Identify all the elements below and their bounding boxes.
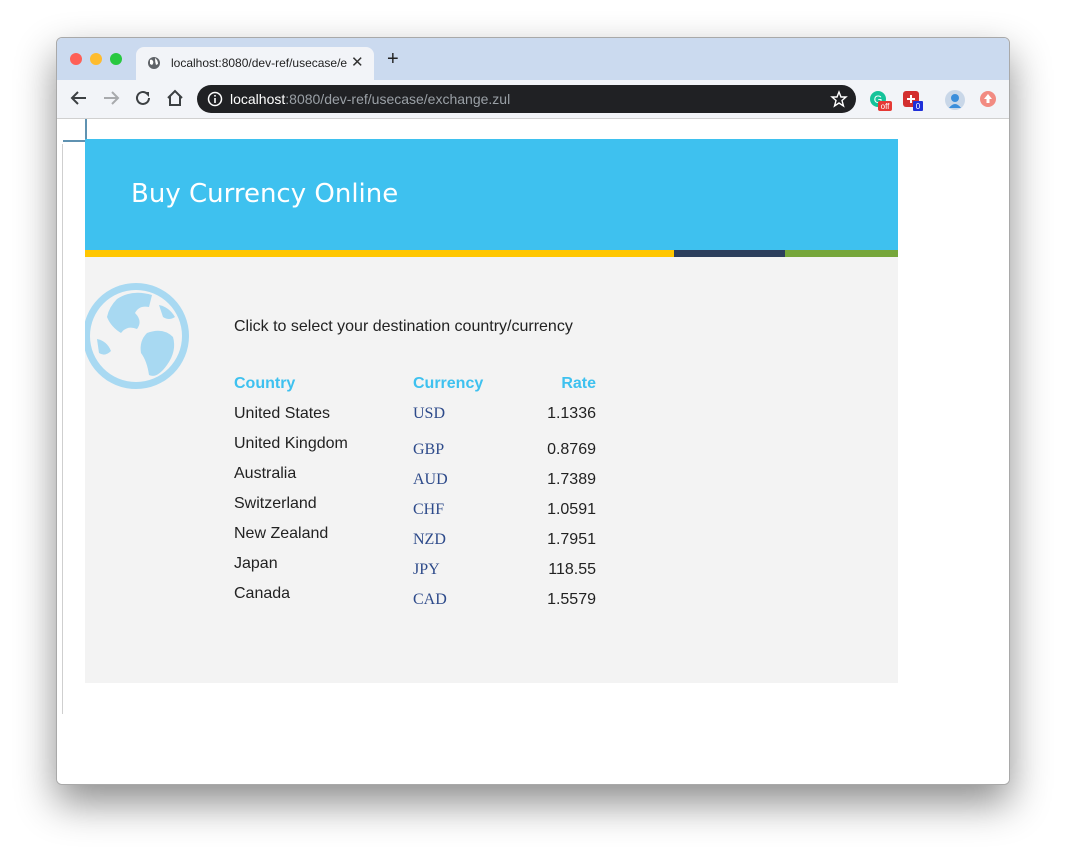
update-extension-icon[interactable]: [978, 89, 998, 109]
browser-toolbar: localhost:8080/dev-ref/usecase/exchange.…: [57, 80, 1009, 119]
page-viewport: Buy Currency Online Click to select your…: [57, 119, 1009, 784]
exchange-panel: Buy Currency Online Click to select your…: [85, 139, 898, 683]
currency-cell[interactable]: AUD: [413, 471, 448, 489]
rate-cell: 1.1336: [547, 405, 596, 422]
home-icon[interactable]: [164, 87, 186, 109]
country-cell[interactable]: Australia: [234, 465, 296, 483]
site-info-icon[interactable]: [207, 91, 223, 107]
profile-avatar-icon[interactable]: [944, 89, 966, 111]
currency-column-header: Currency: [413, 375, 484, 392]
back-arrow-icon[interactable]: [68, 87, 90, 109]
country-cell[interactable]: United Kingdom: [234, 435, 348, 453]
country-cell[interactable]: New Zealand: [234, 525, 328, 543]
adblock-extension-icon[interactable]: 0: [901, 89, 925, 113]
country-cell[interactable]: United States: [234, 405, 330, 423]
new-tab-button[interactable]: +: [387, 48, 399, 71]
stripe-green: [785, 250, 898, 257]
currency-cell[interactable]: GBP: [413, 441, 444, 459]
country-cell[interactable]: Japan: [234, 555, 278, 573]
rate-column-header: Rate: [561, 375, 596, 392]
address-bar[interactable]: localhost:8080/dev-ref/usecase/exchange.…: [197, 85, 856, 113]
currency-cell[interactable]: CHF: [413, 501, 444, 519]
grammarly-extension-icon[interactable]: G off: [868, 89, 892, 113]
close-tab-icon[interactable]: ✕: [351, 53, 364, 71]
currency-cell[interactable]: NZD: [413, 531, 446, 549]
page-left-border: [62, 144, 63, 714]
browser-window: localhost:8080/dev-ref/usecase/exchange.…: [56, 37, 1010, 785]
svg-text:0: 0: [916, 102, 921, 111]
globe-icon: [85, 283, 189, 389]
browser-tab[interactable]: localhost:8080/dev-ref/usecase/exchange.…: [136, 47, 374, 80]
rate-cell: 118.55: [548, 561, 596, 578]
close-window-button[interactable]: [70, 53, 82, 65]
stripe-yellow: [85, 250, 674, 257]
stripe-navy: [674, 250, 785, 257]
currency-cell[interactable]: JPY: [413, 561, 440, 579]
bookmark-star-icon[interactable]: [830, 90, 848, 108]
rate-cell: 0.8769: [547, 441, 596, 458]
rate-cell: 1.7389: [547, 471, 596, 488]
country-column-header: Country: [234, 375, 296, 392]
url-text: localhost:8080/dev-ref/usecase/exchange.…: [230, 91, 511, 107]
currency-cell[interactable]: CAD: [413, 591, 447, 609]
globe-favicon-icon: [148, 57, 160, 69]
page-header: Buy Currency Online: [85, 139, 898, 250]
tab-bar: localhost:8080/dev-ref/usecase/exchange.…: [57, 38, 1009, 80]
tab-title: localhost:8080/dev-ref/usecase/exchange.…: [171, 56, 347, 70]
currency-cell[interactable]: USD: [413, 405, 445, 423]
country-cell[interactable]: Canada: [234, 585, 290, 603]
rate-cell: 1.5579: [547, 591, 596, 608]
forward-arrow-icon[interactable]: [100, 87, 122, 109]
reload-icon[interactable]: [132, 87, 154, 109]
rate-cell: 1.0591: [547, 501, 596, 518]
minimize-window-button[interactable]: [90, 53, 102, 65]
maximize-window-button[interactable]: [110, 53, 122, 65]
rate-cell: 1.7951: [547, 531, 596, 548]
svg-text:off: off: [881, 102, 891, 111]
page-title: Buy Currency Online: [131, 179, 399, 209]
country-cell[interactable]: Switzerland: [234, 495, 317, 513]
instruction-text: Click to select your destination country…: [234, 318, 573, 335]
